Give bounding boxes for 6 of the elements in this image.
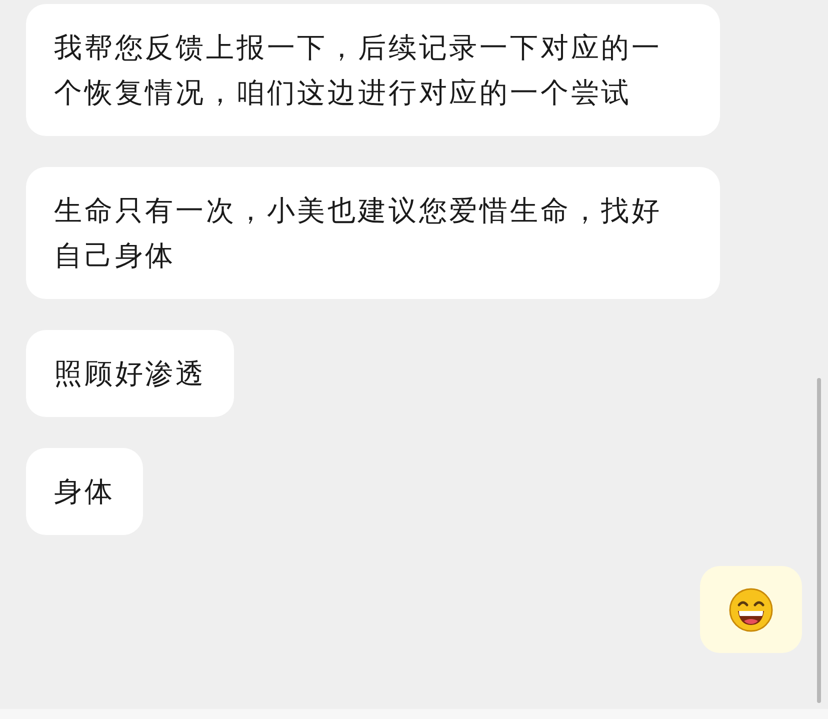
- scrollbar[interactable]: [817, 378, 821, 703]
- message-bubble: 生命只有一次，小美也建议您爱惜生命，找好自己身体: [26, 167, 720, 299]
- laughing-face-icon: [729, 588, 773, 632]
- message-bubble: 照顾好渗透: [26, 330, 234, 417]
- message-bubble: 身体: [26, 448, 143, 535]
- message-bubble: 我帮您反馈上报一下，后续记录一下对应的一个恢复情况，咱们这边进行对应的一个尝试: [26, 4, 720, 136]
